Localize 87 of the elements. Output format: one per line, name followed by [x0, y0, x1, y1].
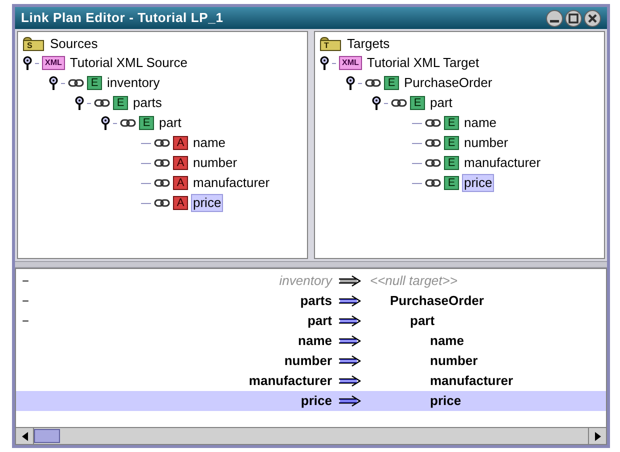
element-type-badge: E [410, 96, 425, 110]
scroll-right-icon[interactable] [594, 432, 600, 440]
target-field: name [430, 333, 464, 348]
chain-link-icon [154, 139, 170, 147]
chain-link-icon [425, 119, 441, 127]
expand-handle-icon[interactable] [320, 56, 329, 70]
expand-handle-icon[interactable] [101, 116, 110, 130]
element-type-badge: E [139, 116, 154, 130]
xml-type-badge: XML [42, 56, 65, 70]
tree-item[interactable]: Tutorial XML Target [364, 54, 482, 72]
chain-link-icon [391, 99, 407, 107]
target-field: part [410, 313, 435, 328]
attribute-type-badge: A [173, 176, 188, 190]
chain-link-icon [425, 159, 441, 167]
chain-link-icon [94, 99, 110, 107]
element-type-badge: E [384, 76, 399, 90]
expand-handle-icon[interactable] [75, 96, 84, 110]
target-field: <<null target>> [370, 273, 458, 288]
source-field: name [298, 333, 332, 348]
source-field: price [300, 393, 332, 408]
tree-item[interactable]: PurchaseOrder [402, 74, 494, 92]
chain-link-icon [154, 199, 170, 207]
tree-item[interactable]: inventory [105, 74, 162, 92]
chain-link-icon [425, 139, 441, 147]
expand-handle-icon[interactable] [23, 56, 32, 70]
close-icon[interactable] [584, 10, 601, 26]
mapping-arrow-icon [338, 335, 362, 347]
tree-item[interactable]: manufacturer [191, 174, 272, 192]
tree-item[interactable]: price [191, 194, 224, 212]
collapse-toggle[interactable]: − [22, 294, 30, 308]
tree-item[interactable]: part [428, 94, 454, 112]
collapse-toggle[interactable]: − [22, 274, 30, 288]
tree-item[interactable]: name [462, 114, 499, 132]
source-field: inventory [279, 273, 332, 288]
scroll-left-icon[interactable] [22, 432, 28, 440]
chain-link-icon [154, 159, 170, 167]
mapping-arrow-icon [338, 295, 362, 307]
tree-item[interactable]: Tutorial XML Source [68, 54, 190, 72]
chain-link-icon [120, 119, 136, 127]
tree-item[interactable]: parts [131, 94, 164, 112]
expand-handle-icon[interactable] [49, 76, 58, 90]
tree-root-label: Targets [347, 36, 390, 52]
tree-root-label: Sources [50, 36, 98, 52]
tree-item[interactable]: manufacturer [462, 154, 543, 172]
target-field: manufacturer [430, 373, 514, 388]
expand-handle-icon[interactable] [372, 96, 381, 110]
mapping-arrow-icon [338, 355, 362, 367]
source-field: manufacturer [248, 373, 332, 388]
chain-link-icon [68, 79, 84, 87]
minimize-icon[interactable] [546, 10, 563, 26]
target-field: PurchaseOrder [390, 293, 484, 308]
tree-item[interactable]: number [191, 154, 240, 172]
chain-link-icon [365, 79, 381, 87]
source-field: number [284, 353, 332, 368]
tree-item[interactable]: name [191, 134, 228, 152]
mapping-arrow-icon [338, 275, 362, 287]
mapping-row[interactable]: price price [16, 391, 606, 411]
target-field: price [430, 393, 462, 408]
folder-icon: S [23, 36, 45, 52]
element-type-badge: E [444, 176, 459, 190]
expand-handle-icon[interactable] [346, 76, 355, 90]
folder-icon: T [320, 36, 342, 52]
tree-item[interactable]: part [157, 114, 184, 132]
chain-link-icon [425, 179, 441, 187]
attribute-type-badge: A [173, 156, 188, 170]
window-title: Link Plan Editor - Tutorial LP_1 [21, 9, 224, 28]
maximize-icon[interactable] [565, 10, 582, 26]
mapping-arrow-icon [338, 395, 362, 407]
tree-item[interactable]: price [462, 174, 494, 192]
element-type-badge: E [113, 96, 128, 110]
element-type-badge: E [444, 116, 459, 130]
source-field: parts [300, 293, 332, 308]
chain-link-icon [154, 179, 170, 187]
tree-item[interactable]: number [462, 134, 510, 152]
mapping-arrow-icon [338, 375, 362, 387]
mapping-arrow-icon [338, 315, 362, 327]
attribute-type-badge: A [173, 196, 188, 210]
attribute-type-badge: A [173, 136, 188, 150]
element-type-badge: E [87, 76, 102, 90]
target-field: number [430, 353, 478, 368]
collapse-toggle[interactable]: − [22, 314, 30, 328]
scroll-thumb[interactable] [34, 429, 60, 443]
element-type-badge: E [444, 136, 459, 150]
horizontal-scrollbar[interactable] [16, 427, 606, 444]
xml-type-badge: XML [339, 56, 362, 70]
source-field: part [307, 313, 332, 328]
element-type-badge: E [444, 156, 459, 170]
